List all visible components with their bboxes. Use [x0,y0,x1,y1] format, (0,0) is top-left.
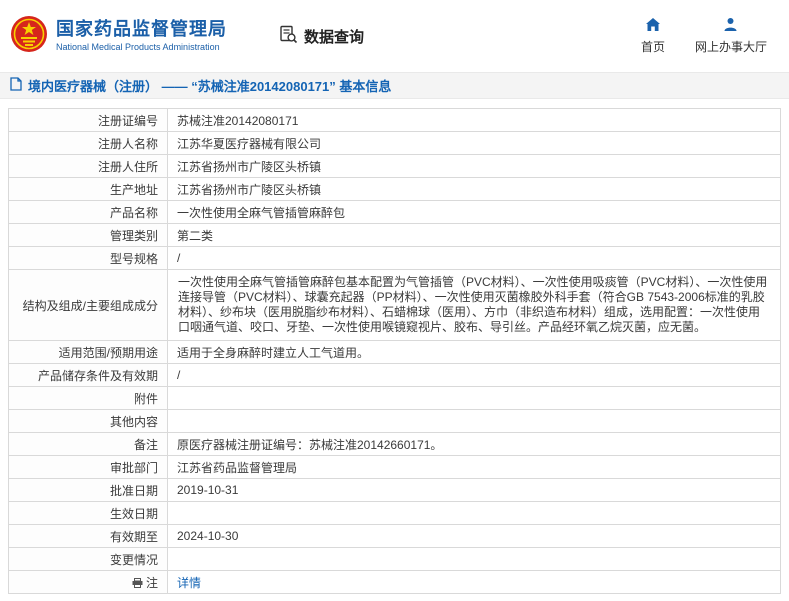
home-icon [645,17,661,35]
row-label-text: 注 [145,575,158,590]
site-logo: 国家药品监督管理局 National Medical Products Admi… [10,14,227,59]
row-label-text: 适用范围/预期用途 [58,345,158,360]
row-label: 型号规格 [8,246,168,270]
row-value [167,386,781,410]
table-row: 适用范围/预期用途 适用于全身麻醉时建立人工气道用。 [8,340,781,364]
table-row: 生效日期 [8,501,781,525]
table-row: 有效期至 2024-10-30 [8,524,781,548]
row-label: 生效日期 [8,501,168,525]
print-icon [132,577,143,591]
info-table: 注册证编号 苏械注准20142080171 注册人名称 江苏华夏医疗器械有限公司 注册人… [8,108,781,594]
row-label-text: 注册人住所 [97,159,158,174]
row-value [167,409,781,433]
row-label: 注 [8,570,168,594]
row-value: 详情 [167,570,781,594]
table-row: 型号规格 / [8,246,781,270]
row-label-text: 注册证编号 [97,113,158,128]
row-value: 一次性使用全麻气管插管麻醉包基本配置为气管插管（PVC材料）、一次性使用吸痰管（… [167,269,781,341]
row-value: 苏械注准20142080171 [167,108,781,132]
info-table-body: 注册证编号 苏械注准20142080171 注册人名称 江苏华夏医疗器械有限公司 注册人… [8,108,781,594]
row-label: 结构及组成/主要组成成分 [8,269,168,341]
row-label: 适用范围/预期用途 [8,340,168,364]
row-value: 2019-10-31 [167,478,781,502]
row-value: 江苏省扬州市广陵区头桥镇 [167,177,781,201]
row-value: 江苏省扬州市广陵区头桥镇 [167,154,781,178]
row-label: 变更情况 [8,547,168,571]
table-row: 其他内容 [8,409,781,433]
row-label: 有效期至 [8,524,168,548]
row-label: 生产地址 [8,177,168,201]
row-label-text: 有效期至 [109,529,158,544]
row-value: 原医疗器械注册证编号：苏械注准20142660171。 [167,432,781,456]
document-icon [10,77,22,94]
table-row: 备注 原医疗器械注册证编号：苏械注准20142660171。 [8,432,781,456]
table-row: 产品名称 一次性使用全麻气管插管麻醉包 [8,200,781,224]
row-label-text: 型号规格 [109,251,158,266]
table-row: 变更情况 [8,547,781,571]
document-search-icon [279,25,298,48]
row-label-text: 产品储存条件及有效期 [37,368,158,383]
row-label-text: 管理类别 [109,228,158,243]
detail-link[interactable]: 详情 [177,576,201,590]
row-label: 其他内容 [8,409,168,433]
row-value: 2024-10-30 [167,524,781,548]
row-value: 第二类 [167,223,781,247]
row-value: 江苏省药品监督管理局 [167,455,781,479]
row-label-text: 生产地址 [109,182,158,197]
row-label: 注册人名称 [8,131,168,155]
person-icon [723,17,738,35]
row-value: / [167,246,781,270]
row-label: 批准日期 [8,478,168,502]
row-label-text: 批准日期 [109,483,158,498]
row-label-text: 产品名称 [109,205,158,220]
table-row: 附件 [8,386,781,410]
site-title: 国家药品监督管理局 [56,19,227,40]
row-label: 审批部门 [8,455,168,479]
table-row: 注册证编号 苏械注准20142080171 [8,108,781,132]
header: 国家药品监督管理局 National Medical Products Admi… [0,0,789,72]
nav-online-hall-label: 网上办事大厅 [694,40,767,54]
row-label-text: 生效日期 [109,506,158,521]
table-row: 产品储存条件及有效期 / [8,363,781,387]
data-query-section[interactable]: 数据查询 [279,25,364,48]
national-emblem-icon [10,14,48,59]
top-nav: 首页 网上办事大厅 [641,17,767,55]
row-label: 注册证编号 [8,108,168,132]
row-label: 备注 [8,432,168,456]
row-value [167,547,781,571]
row-value: 适用于全身麻醉时建立人工气道用。 [167,340,781,364]
row-label-text: 变更情况 [109,552,158,567]
row-label-text: 备注 [133,437,158,452]
table-row: 审批部门 江苏省药品监督管理局 [8,455,781,479]
table-row: 注册人名称 江苏华夏医疗器械有限公司 [8,131,781,155]
row-label: 附件 [8,386,168,410]
table-row: 结构及组成/主要组成成分 一次性使用全麻气管插管麻醉包基本配置为气管插管（PVC材… [8,269,781,341]
row-label-text: 结构及组成/主要组成成分 [22,298,158,313]
table-row: 生产地址 江苏省扬州市广陵区头桥镇 [8,177,781,201]
row-label-text: 附件 [133,391,158,406]
site-titles: 国家药品监督管理局 National Medical Products Admi… [56,19,227,52]
nav-online-hall[interactable]: 网上办事大厅 [695,17,767,55]
table-row: 注册人住所 江苏省扬州市广陵区头桥镇 [8,154,781,178]
row-value [167,501,781,525]
row-label: 产品名称 [8,200,168,224]
table-row: 注 详情 [8,570,781,594]
row-value: 江苏华夏医疗器械有限公司 [167,131,781,155]
breadcrumb-text: 境内医疗器械（注册） —— “苏械注准20142080171” 基本信息 [28,79,392,94]
table-row: 批准日期 2019-10-31 [8,478,781,502]
table-row: 管理类别 第二类 [8,223,781,247]
breadcrumb: 境内医疗器械（注册） —— “苏械注准20142080171” 基本信息 [0,72,789,99]
data-query-label: 数据查询 [304,28,365,46]
row-label-text: 注册人名称 [97,136,158,151]
row-label-text: 其他内容 [109,414,158,429]
nav-home-label: 首页 [640,40,665,54]
row-label: 注册人住所 [8,154,168,178]
row-label: 产品储存条件及有效期 [8,363,168,387]
nav-home[interactable]: 首页 [641,17,665,55]
row-label: 管理类别 [8,223,168,247]
row-value: 一次性使用全麻气管插管麻醉包 [167,200,781,224]
row-label-text: 审批部门 [109,460,158,475]
row-value: / [167,363,781,387]
site-subtitle: National Medical Products Administration [56,42,220,53]
